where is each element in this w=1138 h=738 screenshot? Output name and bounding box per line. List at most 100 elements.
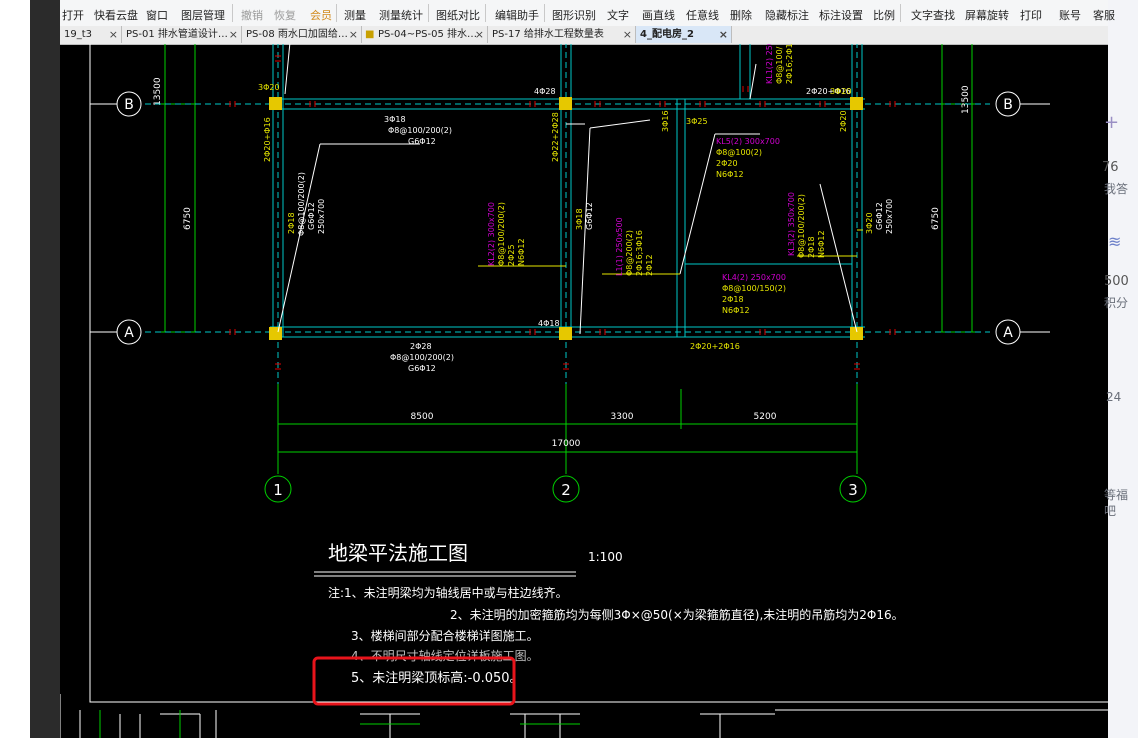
toolbar-delete[interactable]: 删除 bbox=[730, 7, 752, 23]
toolbar-hide-annot[interactable]: 隐藏标注 bbox=[765, 7, 809, 23]
axis-bubble-b-left[interactable]: B bbox=[116, 91, 142, 117]
toolbar-separator bbox=[544, 4, 545, 22]
right-side-panel: + 76 我答 ≋ 500 积分 24 等福 吧 bbox=[1102, 0, 1138, 738]
close-icon[interactable]: × bbox=[109, 26, 118, 43]
drawing-scale: 1:100 bbox=[588, 550, 623, 564]
cad-drawing-canvas[interactable]: .g { stroke:#00c8c8; stroke-width:1; fil… bbox=[60, 44, 1108, 738]
axis-label: 2 bbox=[561, 481, 571, 499]
beam-label: G6Φ12 bbox=[875, 202, 884, 230]
toolbar-separator bbox=[428, 4, 429, 22]
close-icon[interactable]: × bbox=[719, 26, 728, 43]
note-5: 5、未注明梁顶标高:-0.050。 bbox=[351, 670, 523, 686]
close-icon[interactable]: × bbox=[623, 26, 632, 43]
tab-1[interactable]: PS-01 排水管道设计… × bbox=[122, 26, 242, 43]
beam-label: G6Φ12 bbox=[408, 364, 436, 373]
tab-label: PS-01 排水管道设计… bbox=[126, 29, 228, 40]
toolbar-measure-stats[interactable]: 测量统计 bbox=[379, 7, 423, 23]
toolbar-service[interactable]: 客服 bbox=[1093, 7, 1115, 23]
axis-label: A bbox=[1003, 325, 1013, 341]
tab-label: 4_配电房_2 bbox=[640, 29, 694, 40]
toolbar-text[interactable]: 文字 bbox=[607, 7, 629, 23]
beam-label: 250x700 bbox=[885, 199, 894, 234]
axis-bubble-1[interactable]: 1 bbox=[264, 475, 292, 503]
beam-label: 3Φ18 bbox=[384, 115, 406, 124]
beam-label: 2Φ18 bbox=[722, 295, 744, 304]
close-icon[interactable]: × bbox=[349, 26, 358, 43]
toolbar-line[interactable]: 画直线 bbox=[642, 7, 675, 23]
dim-8500: 8500 bbox=[411, 412, 434, 422]
beam-label: G6Φ12 bbox=[585, 202, 594, 230]
close-icon[interactable]: × bbox=[475, 26, 484, 43]
beam-label: Φ8@100(2) bbox=[716, 148, 762, 157]
dim-row-right: 6750 bbox=[931, 207, 941, 230]
beam-label: 3Φ25 bbox=[686, 117, 708, 126]
beam-label: N6Φ12 bbox=[722, 306, 750, 315]
toolbar-cloud[interactable]: 快看云盘 bbox=[94, 7, 138, 23]
toolbar-measure[interactable]: 测量 bbox=[344, 7, 366, 23]
beam-label: 4Φ28 bbox=[534, 87, 556, 96]
tab-2[interactable]: PS-08 雨水口加固给… × bbox=[242, 26, 362, 43]
toolbar-annot-settings[interactable]: 标注设置 bbox=[819, 7, 863, 23]
toolbar-undo[interactable]: 撤销 bbox=[241, 7, 263, 23]
beam-label: 3Φ20 bbox=[258, 83, 280, 92]
toolbar-edit-helper[interactable]: 编辑助手 bbox=[495, 7, 539, 23]
beam-label: 2Φ20+2Φ16 bbox=[690, 342, 740, 351]
beam-label: KL3(2) 350x700 bbox=[787, 192, 796, 256]
note-1: 注:1、未注明梁均为轴线居中或与柱边线齐。 bbox=[328, 585, 568, 600]
beam-label: 2Φ25 bbox=[507, 244, 516, 266]
beam-label: 3Φ18 bbox=[575, 208, 584, 230]
toolbar-rotate[interactable]: 屏幕旋转 bbox=[965, 7, 1009, 23]
toolbar-scale[interactable]: 比例 bbox=[873, 7, 895, 23]
beam-label: 3Φ16 bbox=[661, 110, 670, 132]
beam-label: 2Φ12 bbox=[645, 254, 654, 276]
beam-label: 2Φ18 bbox=[287, 212, 296, 234]
toolbar-member[interactable]: 会员 bbox=[310, 7, 332, 23]
beam-label: N6Φ12 bbox=[517, 238, 526, 266]
axis-bubble-b-right[interactable]: B bbox=[995, 91, 1021, 117]
toolbar-polyline[interactable]: 任意线 bbox=[686, 7, 719, 23]
column-b1 bbox=[269, 97, 282, 110]
note-4: 4、不明尺寸轴线定位详板施工图。 bbox=[351, 648, 539, 663]
beam-label: 2Φ20 bbox=[716, 159, 738, 168]
tab-3[interactable]: ■ PS-04~PS-05 排水… × bbox=[362, 26, 488, 43]
beam-label: 2Φ16;3Φ16 bbox=[635, 230, 644, 276]
beam-label: N6Φ12 bbox=[817, 230, 826, 258]
axis-label: B bbox=[1003, 97, 1013, 113]
tab-label: PS-04~PS-05 排水… bbox=[378, 29, 477, 40]
beam-label: 2Φ20 bbox=[839, 110, 848, 132]
axis-label: B bbox=[124, 97, 134, 113]
beam-label: 2Φ16;2Φ18 bbox=[785, 44, 794, 84]
tab-label: PS-17 给排水工程数量表 bbox=[492, 29, 604, 40]
beam-label: 2Φ18 bbox=[807, 236, 816, 258]
toolbar-compare[interactable]: 图纸对比 bbox=[436, 7, 480, 23]
tab-5-active[interactable]: 4_配电房_2 × bbox=[636, 26, 732, 43]
axis-bubble-2[interactable]: 2 bbox=[552, 475, 580, 503]
toolbar-layers[interactable]: 图层管理 bbox=[181, 7, 225, 23]
toolbar-open[interactable]: 打开 bbox=[62, 7, 84, 23]
beam-label: 2Φ20+Φ16 bbox=[263, 117, 272, 162]
axis-bubble-a-left[interactable]: A bbox=[116, 319, 142, 345]
beam-label: KL2(2) 300x700 bbox=[487, 202, 496, 266]
axis-bubble-3[interactable]: 3 bbox=[839, 475, 867, 503]
beam-label: G6Φ12 bbox=[307, 202, 316, 230]
column-b2 bbox=[559, 97, 572, 110]
toolbar-redo[interactable]: 恢复 bbox=[274, 7, 296, 23]
toolbar-find-text[interactable]: 文字查找 bbox=[911, 7, 955, 23]
beam-label: Φ8@100/200(2) bbox=[390, 353, 454, 362]
tab-4[interactable]: PS-17 给排水工程数量表 × bbox=[488, 26, 636, 43]
right-panel-text-5: 24 bbox=[1106, 390, 1122, 404]
toolbar-print[interactable]: 打印 bbox=[1020, 7, 1042, 23]
toolbar-separator bbox=[336, 4, 337, 22]
toolbar-window[interactable]: 窗口 bbox=[146, 7, 168, 23]
beam-label: L1(1) 250x500 bbox=[615, 217, 624, 276]
axis-bubble-a-right[interactable]: A bbox=[995, 319, 1021, 345]
beam-label: 2Φ22+2Φ28 bbox=[551, 112, 560, 162]
beam-label: Φ8@100/200(2) bbox=[297, 172, 306, 236]
beam-label: 3Φ20 bbox=[830, 87, 852, 96]
close-icon[interactable]: × bbox=[229, 26, 238, 43]
toolbar-shape-recog[interactable]: 图形识别 bbox=[552, 7, 596, 23]
column-a1 bbox=[269, 327, 282, 340]
toolbar-account[interactable]: 账号 bbox=[1059, 7, 1081, 23]
tab-0[interactable]: 19_t3 × bbox=[60, 26, 122, 43]
axis-label: 1 bbox=[273, 481, 283, 499]
